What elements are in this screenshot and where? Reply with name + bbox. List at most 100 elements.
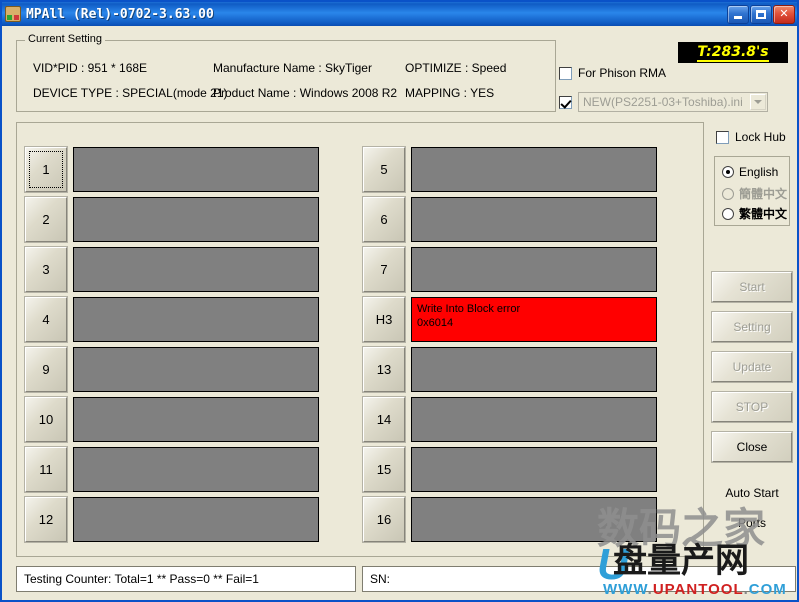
port-row: 1	[25, 147, 319, 192]
device-type-value: DEVICE TYPE : SPECIAL(mode 21)	[33, 86, 228, 100]
port-row: 10	[25, 397, 319, 442]
minimize-icon	[728, 6, 748, 23]
chevron-down-icon[interactable]	[750, 94, 766, 110]
minimize-button[interactable]	[727, 5, 749, 24]
ini-enable-checkbox[interactable]	[559, 96, 572, 109]
current-setting-group: Current Setting VID*PID : 951 * 168E Man…	[16, 40, 556, 112]
language-radio-0[interactable]	[722, 166, 734, 178]
testing-counter-text: Testing Counter: Total=1 ** Pass=0 ** Fa…	[24, 572, 259, 586]
product-name-value: Product Name : Windows 2008 R2	[213, 86, 397, 100]
port-button-7[interactable]: 7	[363, 247, 405, 292]
lock-hub-label: Lock Hub	[735, 130, 786, 144]
port-button-15[interactable]: 15	[363, 447, 405, 492]
port-button-1[interactable]: 1	[25, 147, 67, 192]
testing-counter-field: Testing Counter: Total=1 ** Pass=0 ** Fa…	[16, 566, 356, 592]
port-row: 2	[25, 197, 319, 242]
elapsed-timer-value: T:283.8's	[697, 44, 768, 62]
port-row: 12	[25, 497, 319, 542]
port-button-3[interactable]: 3	[25, 247, 67, 292]
port-row: 16	[363, 497, 657, 542]
window-title: MPAll (Rel)-0702-3.63.00	[26, 7, 214, 22]
ini-file-value: NEW(PS2251-03+Toshiba).ini	[583, 95, 743, 109]
auto-start-label[interactable]: Auto Start	[708, 486, 796, 500]
maximize-icon	[751, 6, 771, 23]
port-status-bar-H3: Write Into Block error 0x6014	[411, 297, 657, 342]
port-button-6[interactable]: 6	[363, 197, 405, 242]
maximize-button[interactable]	[750, 5, 772, 24]
port-status-bar-4	[73, 297, 319, 342]
port-status-bar-12	[73, 497, 319, 542]
port-row: 15	[363, 447, 657, 492]
port-button-14[interactable]: 14	[363, 397, 405, 442]
ports-panel: 12349101112567H3Write Into Block error 0…	[16, 122, 704, 557]
port-button-16[interactable]: 16	[363, 497, 405, 542]
language-label-0: English	[739, 165, 778, 179]
language-option-0[interactable]: English	[722, 165, 778, 179]
control-sidebar: Lock Hub English 簡體中文繁體中文 Auto Start Port…	[708, 122, 796, 557]
ini-file-row[interactable]: NEW(PS2251-03+Toshiba).ini	[559, 92, 768, 112]
sn-field[interactable]: SN:	[362, 566, 796, 592]
lock-hub-row[interactable]: Lock Hub	[716, 130, 786, 144]
language-radio-1	[722, 188, 734, 200]
title-bar: MPAll (Rel)-0702-3.63.00 ✕	[2, 2, 797, 26]
vid-pid-value: VID*PID : 951 * 168E	[33, 61, 147, 75]
port-button-10[interactable]: 10	[25, 397, 67, 442]
port-status-bar-15	[411, 447, 657, 492]
app-window: MPAll (Rel)-0702-3.63.00 ✕ Current Setti…	[0, 0, 799, 602]
port-row: 11	[25, 447, 319, 492]
ini-file-combobox[interactable]: NEW(PS2251-03+Toshiba).ini	[578, 92, 768, 112]
port-status-bar-7	[411, 247, 657, 292]
close-button[interactable]: Close	[712, 432, 792, 462]
port-row: 3	[25, 247, 319, 292]
close-window-button[interactable]: ✕	[773, 5, 795, 24]
optimize-value: OPTIMIZE : Speed	[405, 61, 506, 75]
port-button-9[interactable]: 9	[25, 347, 67, 392]
language-group: English 簡體中文繁體中文	[714, 156, 790, 226]
port-row: 4	[25, 297, 319, 342]
port-row: 7	[363, 247, 657, 292]
port-row: 9	[25, 347, 319, 392]
port-button-4[interactable]: 4	[25, 297, 67, 342]
language-radio-2[interactable]	[722, 208, 734, 220]
port-status-bar-16	[411, 497, 657, 542]
port-status-bar-10	[73, 397, 319, 442]
app-logo-icon	[5, 6, 21, 22]
stop-button: STOP	[712, 392, 792, 422]
port-button-2[interactable]: 2	[25, 197, 67, 242]
mapping-value: MAPPING : YES	[405, 86, 494, 100]
port-status-bar-11	[73, 447, 319, 492]
port-row: H3 Write Into Block error 0x6014	[363, 297, 657, 342]
start-button: Start	[712, 272, 792, 302]
port-status-text-H3: Write Into Block error 0x6014	[417, 302, 520, 330]
port-status-bar-14	[411, 397, 657, 442]
ports-count-label: Ports	[708, 516, 796, 530]
close-icon: ✕	[774, 6, 794, 23]
elapsed-timer-display: T:283.8's	[678, 42, 788, 63]
language-label-1: 簡體中文	[739, 185, 787, 202]
lock-hub-checkbox[interactable]	[716, 131, 729, 144]
port-row: 13	[363, 347, 657, 392]
update-button: Update	[712, 352, 792, 382]
language-option-2[interactable]: 繁體中文	[722, 205, 787, 222]
for-phison-rma-label: For Phison RMA	[578, 66, 666, 80]
port-button-11[interactable]: 11	[25, 447, 67, 492]
port-row: 6	[363, 197, 657, 242]
port-status-bar-1	[73, 147, 319, 192]
port-status-bar-5	[411, 147, 657, 192]
for-phison-rma-row[interactable]: For Phison RMA	[559, 66, 666, 80]
port-row: 14	[363, 397, 657, 442]
port-button-5[interactable]: 5	[363, 147, 405, 192]
manufacture-name-value: Manufacture Name : SkyTiger	[213, 61, 372, 75]
port-status-bar-13	[411, 347, 657, 392]
port-button-H3[interactable]: H3	[363, 297, 405, 342]
sn-label: SN:	[370, 572, 390, 586]
port-button-12[interactable]: 12	[25, 497, 67, 542]
setting-button: Setting	[712, 312, 792, 342]
for-phison-rma-checkbox[interactable]	[559, 67, 572, 80]
language-option-1: 簡體中文	[722, 185, 787, 202]
port-row: 5	[363, 147, 657, 192]
current-setting-legend: Current Setting	[25, 33, 105, 45]
port-button-13[interactable]: 13	[363, 347, 405, 392]
port-status-bar-9	[73, 347, 319, 392]
port-status-bar-3	[73, 247, 319, 292]
